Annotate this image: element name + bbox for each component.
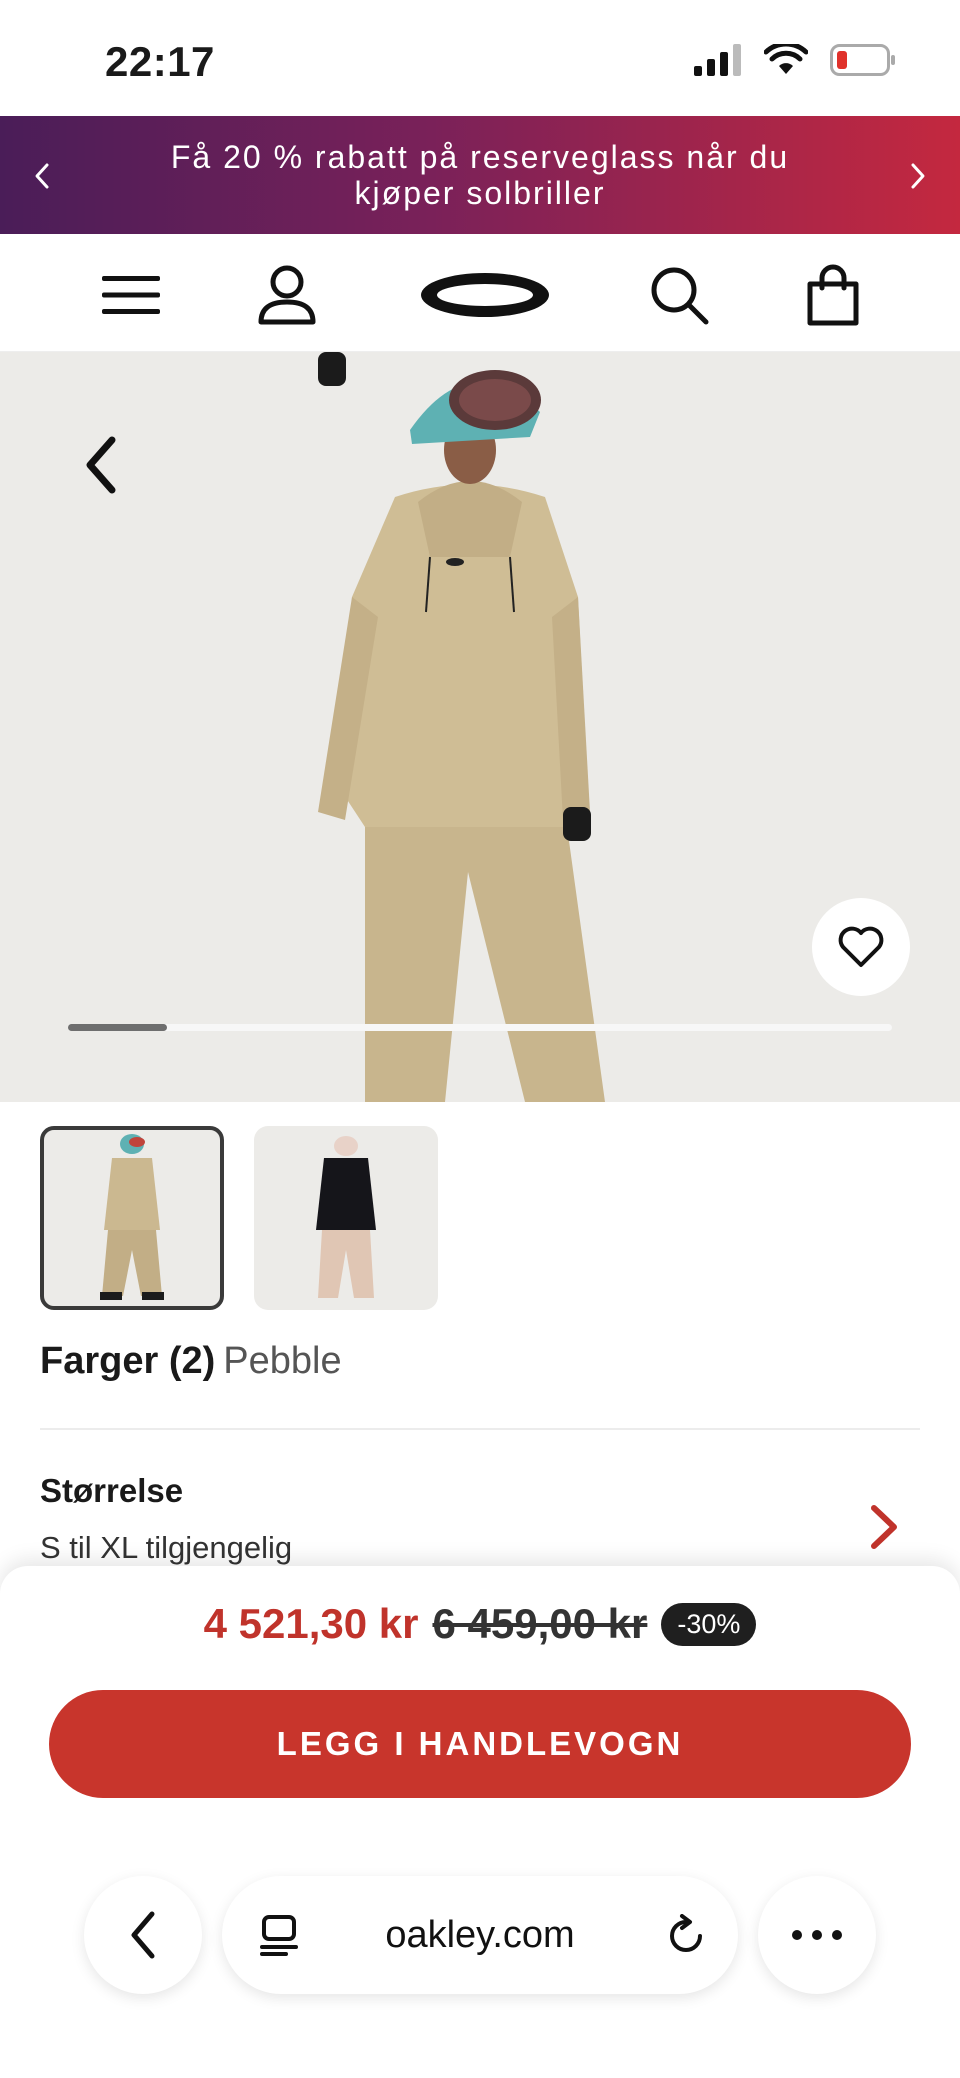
thumbnail-pebble-image: [100, 1134, 164, 1300]
address-bar[interactable]: oakley.com: [222, 1876, 738, 1994]
account-icon: [258, 265, 316, 325]
discount-badge: -30%: [661, 1602, 757, 1646]
current-price: 4 521,30 kr: [203, 1600, 419, 1647]
url-text[interactable]: oakley.com: [222, 1914, 738, 1957]
wifi-icon: [764, 44, 808, 74]
promo-banner[interactable]: Få 20 % rabatt på reserveglass når du kj…: [0, 116, 960, 234]
cellular-signal-icon: [694, 44, 741, 76]
heart-icon: [838, 926, 884, 967]
section-divider: [40, 1428, 920, 1430]
color-thumbnail-pebble[interactable]: [40, 1126, 224, 1310]
size-availability[interactable]: S til XL tilgjengelig: [40, 1530, 292, 1566]
size-title[interactable]: Størrelse: [40, 1472, 183, 1510]
browser-back-button[interactable]: [84, 1876, 202, 1994]
product-image[interactable]: [0, 352, 960, 1102]
promo-prev-button[interactable]: [22, 156, 62, 196]
colors-label: Farger (2): [40, 1340, 216, 1382]
hamburger-icon: [102, 276, 160, 314]
top-nav: [0, 234, 960, 352]
color-selection: Farger (2) Pebble: [40, 1340, 342, 1383]
status-icons: [694, 44, 896, 76]
battery-icon: [830, 44, 895, 76]
more-icon: [792, 1930, 842, 1940]
search-button[interactable]: [646, 262, 712, 328]
oakley-logo-link[interactable]: [420, 262, 550, 328]
promo-next-button[interactable]: [898, 156, 938, 196]
chevron-left-icon: [35, 163, 49, 189]
oakley-logo-icon: [421, 273, 549, 317]
account-button[interactable]: [254, 262, 320, 328]
reload-icon[interactable]: [664, 1914, 708, 1958]
thumbnail-black-image: [316, 1136, 376, 1298]
color-thumbnails: [40, 1126, 438, 1310]
price-row: 4 521,30 kr 6 459,00 kr -30%: [0, 1600, 960, 1648]
back-arrow-icon: [86, 436, 116, 494]
carousel-progress-indicator: [68, 1024, 167, 1031]
purchase-sheet: 4 521,30 kr 6 459,00 kr -30% LEGG I HAND…: [0, 1566, 960, 2078]
chevron-right-icon: [911, 163, 925, 189]
status-bar: 22:17: [0, 0, 960, 116]
add-to-cart-button[interactable]: LEGG I HANDLEVOGN: [49, 1690, 911, 1798]
carousel-progress-track[interactable]: [68, 1024, 892, 1031]
size-selector-button[interactable]: [866, 1502, 902, 1552]
promo-text[interactable]: Få 20 % rabatt på reserveglass når du kj…: [120, 139, 840, 211]
product-photo-illustration: [318, 352, 605, 1102]
selected-color: Pebble: [223, 1340, 342, 1382]
back-button[interactable]: [78, 430, 126, 500]
favorite-button[interactable]: [812, 898, 910, 996]
search-icon: [651, 267, 709, 325]
original-price: 6 459,00 kr: [432, 1600, 648, 1647]
menu-button[interactable]: [98, 262, 164, 328]
color-thumbnail-black[interactable]: [254, 1126, 438, 1310]
chevron-right-icon: [871, 1505, 897, 1549]
status-time: 22:17: [105, 38, 215, 85]
bag-icon: [807, 264, 859, 326]
more-options-button[interactable]: [758, 1876, 876, 1994]
bag-button[interactable]: [800, 262, 866, 328]
chevron-left-icon: [131, 1911, 155, 1959]
